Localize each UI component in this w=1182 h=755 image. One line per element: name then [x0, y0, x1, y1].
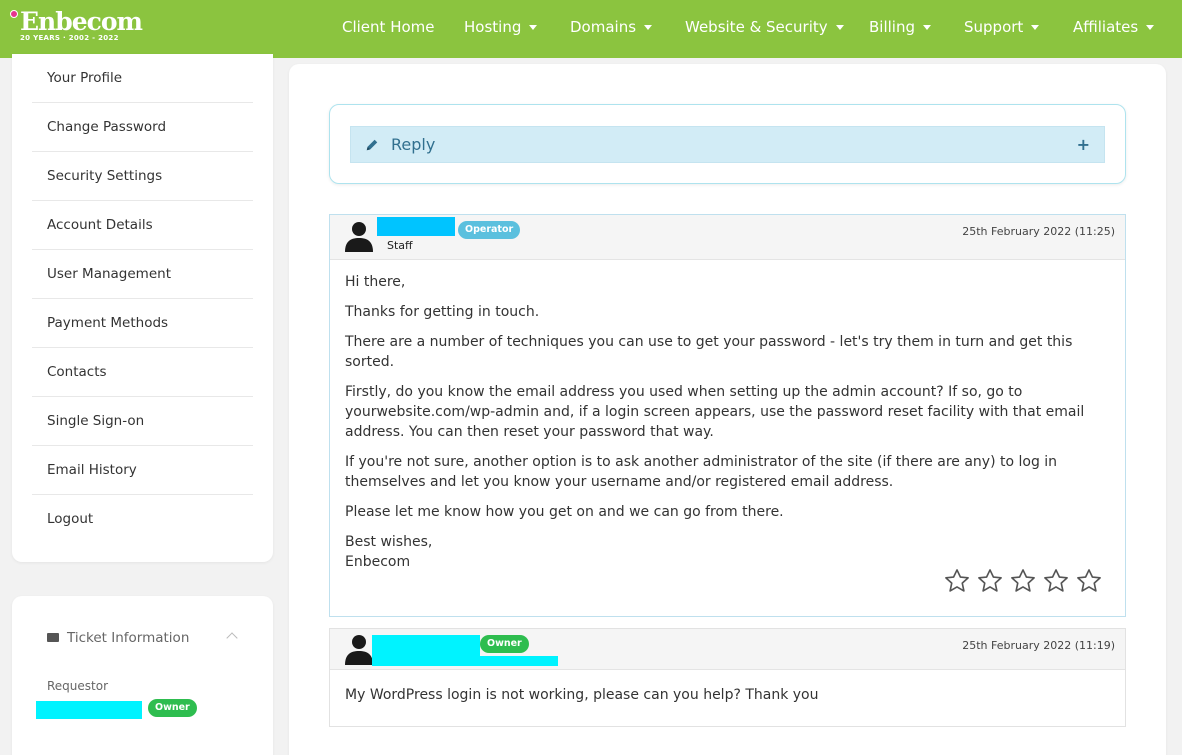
ticket-reply-staff: Operator Staff 25th February 2022 (11:25…	[329, 214, 1126, 617]
sidebar-item-email-history[interactable]: Email History	[32, 446, 253, 495]
reply-label: Reply	[391, 135, 436, 154]
nav-billing[interactable]: Billing	[869, 17, 931, 37]
logo-mark-icon	[10, 10, 18, 18]
reply-paragraph: Please let me know how you get on and we…	[345, 504, 784, 520]
ticket-message-owner: Owner 25th February 2022 (11:19) My Word…	[329, 628, 1126, 727]
star-icon[interactable]	[943, 567, 971, 595]
sidebar-item-account-details[interactable]: Account Details	[32, 201, 253, 250]
reply-paragraph: Thanks for getting in touch.	[345, 304, 540, 320]
sidebar-item-single-sign-on[interactable]: Single Sign-on	[32, 397, 253, 446]
sidebar-item-payment-methods[interactable]: Payment Methods	[32, 299, 253, 348]
chevron-down-icon	[529, 25, 538, 30]
logo-name: Enbecom	[20, 7, 143, 36]
chevron-down-icon	[835, 25, 844, 30]
chevron-down-icon	[923, 25, 931, 30]
reply-paragraph: Firstly, do you know the email address y…	[345, 384, 1085, 440]
reply-toggle[interactable]: Reply +	[350, 126, 1105, 163]
chevron-down-icon	[1031, 25, 1040, 30]
star-icon[interactable]	[1009, 567, 1037, 595]
rating-stars	[943, 567, 1103, 595]
sidebar-item-user-management[interactable]: User Management	[32, 250, 253, 299]
ticket-information-panel: Ticket Information Requestor Owner	[12, 596, 273, 755]
owner-badge: Owner	[480, 635, 529, 653]
pencil-icon	[366, 139, 378, 151]
ticket-icon	[47, 633, 59, 642]
owner-name-redacted	[372, 635, 480, 666]
top-navbar: Enbecom 20 YEARS · 2002 - 2022 Client Ho…	[0, 0, 1182, 58]
message-body: My WordPress login is not working, pleas…	[345, 687, 819, 703]
owner-email-redacted	[480, 656, 558, 666]
reply-date: 25th February 2022 (11:25)	[962, 225, 1115, 238]
sidebar-item-your-profile[interactable]: Your Profile	[32, 54, 253, 103]
sidebar-item-contacts[interactable]: Contacts	[32, 348, 253, 397]
nav-client-home[interactable]: Client Home	[342, 17, 435, 37]
reply-paragraph: There are a number of techniques you can…	[345, 334, 1073, 370]
chevron-down-icon	[644, 25, 653, 30]
plus-icon: +	[1076, 135, 1090, 154]
operator-badge: Operator	[458, 221, 521, 239]
staff-role: Staff	[387, 239, 413, 252]
user-icon	[345, 635, 373, 665]
reply-paragraph: Hi there,	[345, 274, 406, 290]
sidebar-item-logout[interactable]: Logout	[32, 495, 253, 544]
chevron-up-icon[interactable]	[226, 632, 238, 644]
reply-body: Hi there, Thanks for getting in touch. T…	[345, 272, 1115, 572]
star-icon[interactable]	[1075, 567, 1103, 595]
message-header: Owner 25th February 2022 (11:19)	[330, 629, 1125, 670]
sidebar-item-change-password[interactable]: Change Password	[32, 103, 253, 152]
account-menu: Your Profile Change Password Security Se…	[12, 54, 273, 562]
owner-badge: Owner	[148, 699, 197, 717]
ticket-main-card: Reply + Operator Staff 25th February 202…	[289, 64, 1166, 755]
nav-hosting[interactable]: Hosting	[464, 17, 538, 37]
reply-paragraph: If you're not sure, another option is to…	[345, 454, 1058, 490]
chevron-down-icon	[1146, 25, 1155, 30]
reply-signoff: Best wishes,	[345, 534, 433, 550]
nav-domains[interactable]: Domains	[570, 17, 653, 37]
ticket-info-header[interactable]: Ticket Information	[47, 630, 189, 646]
brand-logo[interactable]: Enbecom 20 YEARS · 2002 - 2022	[10, 7, 143, 42]
requestor-label: Requestor	[47, 679, 109, 693]
reply-header: Operator Staff 25th February 2022 (11:25…	[330, 215, 1125, 260]
staff-name-redacted	[377, 217, 455, 236]
user-icon	[345, 222, 373, 252]
nav-website-security[interactable]: Website & Security	[685, 17, 844, 37]
message-date: 25th February 2022 (11:19)	[962, 639, 1115, 652]
nav-support[interactable]: Support	[964, 17, 1040, 37]
sidebar-item-security-settings[interactable]: Security Settings	[32, 152, 253, 201]
nav-affiliates[interactable]: Affiliates	[1073, 17, 1155, 37]
star-icon[interactable]	[1042, 567, 1070, 595]
reply-panel: Reply +	[329, 104, 1126, 184]
requestor-name-redacted	[36, 701, 142, 719]
star-icon[interactable]	[976, 567, 1004, 595]
